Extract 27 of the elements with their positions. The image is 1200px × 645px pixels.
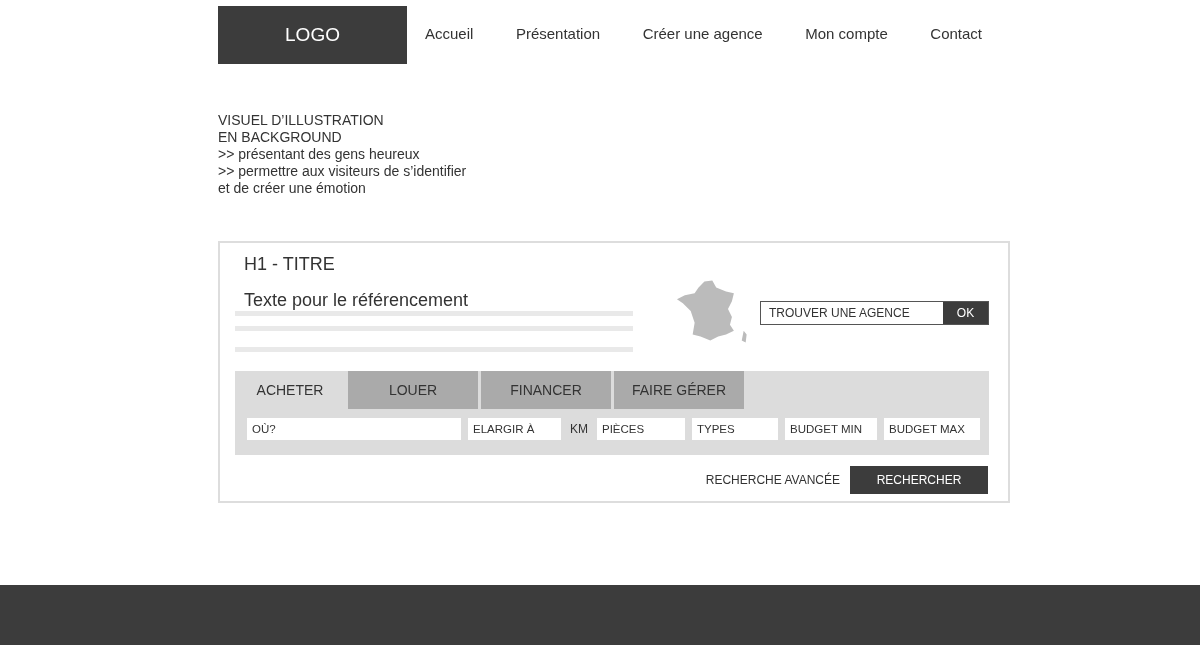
logo[interactable]: LOGO (218, 6, 407, 64)
search-tab[interactable]: FINANCER (481, 371, 611, 409)
note-text: EN BACKGROUND (218, 129, 343, 146)
search-field[interactable]: TYPES (692, 418, 778, 440)
nav-link[interactable]: Créer une agence (642, 24, 763, 42)
search-field[interactable]: BUDGET MIN (785, 418, 877, 440)
search-field[interactable]: OÙ? (247, 418, 461, 440)
search-button[interactable]: RECHERCHER (850, 466, 988, 494)
note-text: VISUEL D’ILLUSTRATION (218, 112, 385, 129)
nav-link[interactable]: Accueil (425, 24, 474, 42)
note-text: >> présentant des gens heureux (218, 146, 421, 163)
nav-link[interactable]: Mon compte (805, 24, 888, 42)
note-text: et de créer une émotion (218, 180, 367, 197)
note-text: >> permettre aux visiteurs de s’identifier (218, 163, 468, 180)
ok-button[interactable]: OK (943, 302, 988, 324)
page-title: H1 - TITRE (244, 254, 336, 275)
search-field[interactable]: PIÈCES (597, 418, 685, 440)
search-tab[interactable]: FAIRE GÉRER (614, 371, 744, 409)
unit-label: KM (570, 422, 588, 436)
subtitle: Texte pour le référencement (244, 290, 470, 311)
advanced-search-link[interactable]: RECHERCHE AVANCÉE (705, 473, 840, 487)
search-tab[interactable]: LOUER (348, 371, 478, 409)
nav-link[interactable]: Contact (930, 24, 982, 42)
search-field[interactable]: ELARGIR À (468, 418, 561, 440)
agency-search-field[interactable]: TROUVER UNE AGENCE OK (760, 301, 989, 325)
nav-link[interactable]: Présentation (515, 24, 601, 42)
search-field[interactable]: BUDGET MAX (884, 418, 980, 440)
